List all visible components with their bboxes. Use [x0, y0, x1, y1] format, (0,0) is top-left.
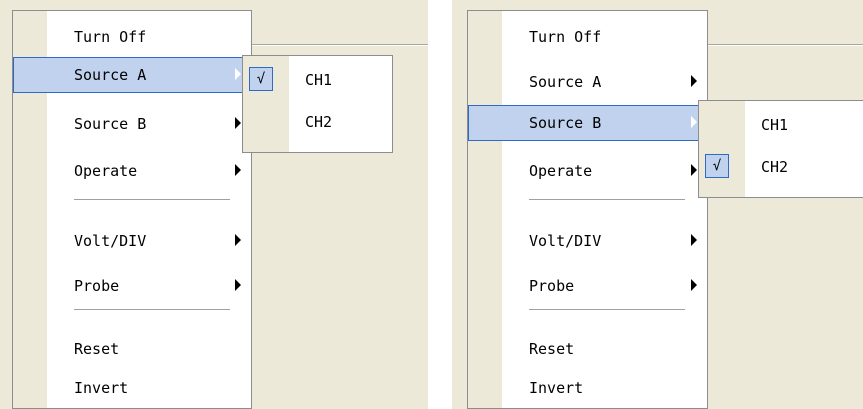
submenu-item-label: CH2	[761, 158, 789, 176]
submenu-item-ch2[interactable]: √ CH2	[699, 149, 863, 185]
menu-item-label: Invert	[529, 379, 584, 397]
left-window: Turn Off Source A Source B Operate Volt/…	[0, 0, 428, 409]
menu-item-turn-off[interactable]: Turn Off	[13, 19, 251, 55]
menu-item-label: Operate	[529, 162, 593, 180]
menu-item-reset[interactable]: Reset	[468, 331, 707, 367]
menu-item-source-a[interactable]: Source A	[13, 57, 251, 93]
submenu-arrow-icon	[691, 75, 697, 87]
checkmark-icon: √	[249, 67, 273, 91]
menu-item-label: Reset	[74, 340, 120, 358]
submenu-item-ch1[interactable]: CH1	[699, 107, 863, 143]
submenu-arrow-icon	[235, 117, 241, 129]
menu-item-probe[interactable]: Probe	[468, 268, 707, 304]
menu-item-source-b[interactable]: Source B	[13, 106, 251, 142]
toolbar-divider-highlight	[250, 45, 428, 46]
menu-item-operate[interactable]: Operate	[13, 153, 251, 189]
menu-item-label: Turn Off	[529, 28, 602, 46]
menu-item-label: Source A	[74, 66, 147, 84]
menu-item-label: Operate	[74, 162, 138, 180]
menu-separator	[529, 309, 685, 311]
menu-separator	[74, 309, 230, 311]
menu-item-label: Probe	[74, 277, 120, 295]
menu-item-label: Volt/DIV	[74, 232, 147, 250]
submenu-arrow-icon	[235, 234, 241, 246]
menu-item-volt-div[interactable]: Volt/DIV	[468, 223, 707, 259]
menu-item-volt-div[interactable]: Volt/DIV	[13, 223, 251, 259]
menu-item-label: Source B	[74, 115, 147, 133]
submenu-item-label: CH1	[305, 71, 333, 89]
submenu-item-ch1[interactable]: √ CH1	[243, 62, 392, 98]
menu-item-turn-off[interactable]: Turn Off	[468, 19, 707, 55]
submenu-item-label: CH1	[761, 116, 789, 134]
menu-item-operate[interactable]: Operate	[468, 153, 707, 189]
submenu-arrow-icon	[235, 164, 241, 176]
menu-item-label: Reset	[529, 340, 575, 358]
menu-item-label: Turn Off	[74, 28, 147, 46]
source-submenu: CH1 √ CH2	[698, 100, 863, 198]
checkmark-icon: √	[705, 154, 729, 178]
menu-item-invert[interactable]: Invert	[468, 370, 707, 406]
menu-item-label: Volt/DIV	[529, 232, 602, 250]
menu-item-reset[interactable]: Reset	[13, 331, 251, 367]
menu-item-invert[interactable]: Invert	[13, 370, 251, 406]
right-window: Turn Off Source A Source B Operate Volt/…	[452, 0, 863, 409]
submenu-item-ch2[interactable]: CH2	[243, 104, 392, 140]
context-menu: Turn Off Source A Source B Operate Volt/…	[467, 10, 708, 409]
submenu-arrow-icon	[691, 164, 697, 176]
menu-item-label: Invert	[74, 379, 129, 397]
menu-item-source-b[interactable]: Source B	[468, 105, 707, 141]
source-submenu: √ CH1 CH2	[242, 55, 393, 153]
menu-separator	[529, 199, 685, 201]
submenu-arrow-icon	[235, 279, 241, 291]
submenu-arrow-icon	[691, 116, 697, 128]
menu-item-label: Probe	[529, 277, 575, 295]
submenu-arrow-icon	[691, 234, 697, 246]
menu-item-label: Source A	[529, 73, 602, 91]
menu-item-probe[interactable]: Probe	[13, 268, 251, 304]
submenu-item-label: CH2	[305, 113, 333, 131]
submenu-arrow-icon	[235, 68, 241, 80]
toolbar-divider-highlight	[707, 45, 863, 46]
submenu-arrow-icon	[691, 279, 697, 291]
menu-item-label: Source B	[529, 114, 602, 132]
context-menu: Turn Off Source A Source B Operate Volt/…	[12, 10, 252, 409]
menu-separator	[74, 199, 230, 201]
menu-item-source-a[interactable]: Source A	[468, 64, 707, 100]
